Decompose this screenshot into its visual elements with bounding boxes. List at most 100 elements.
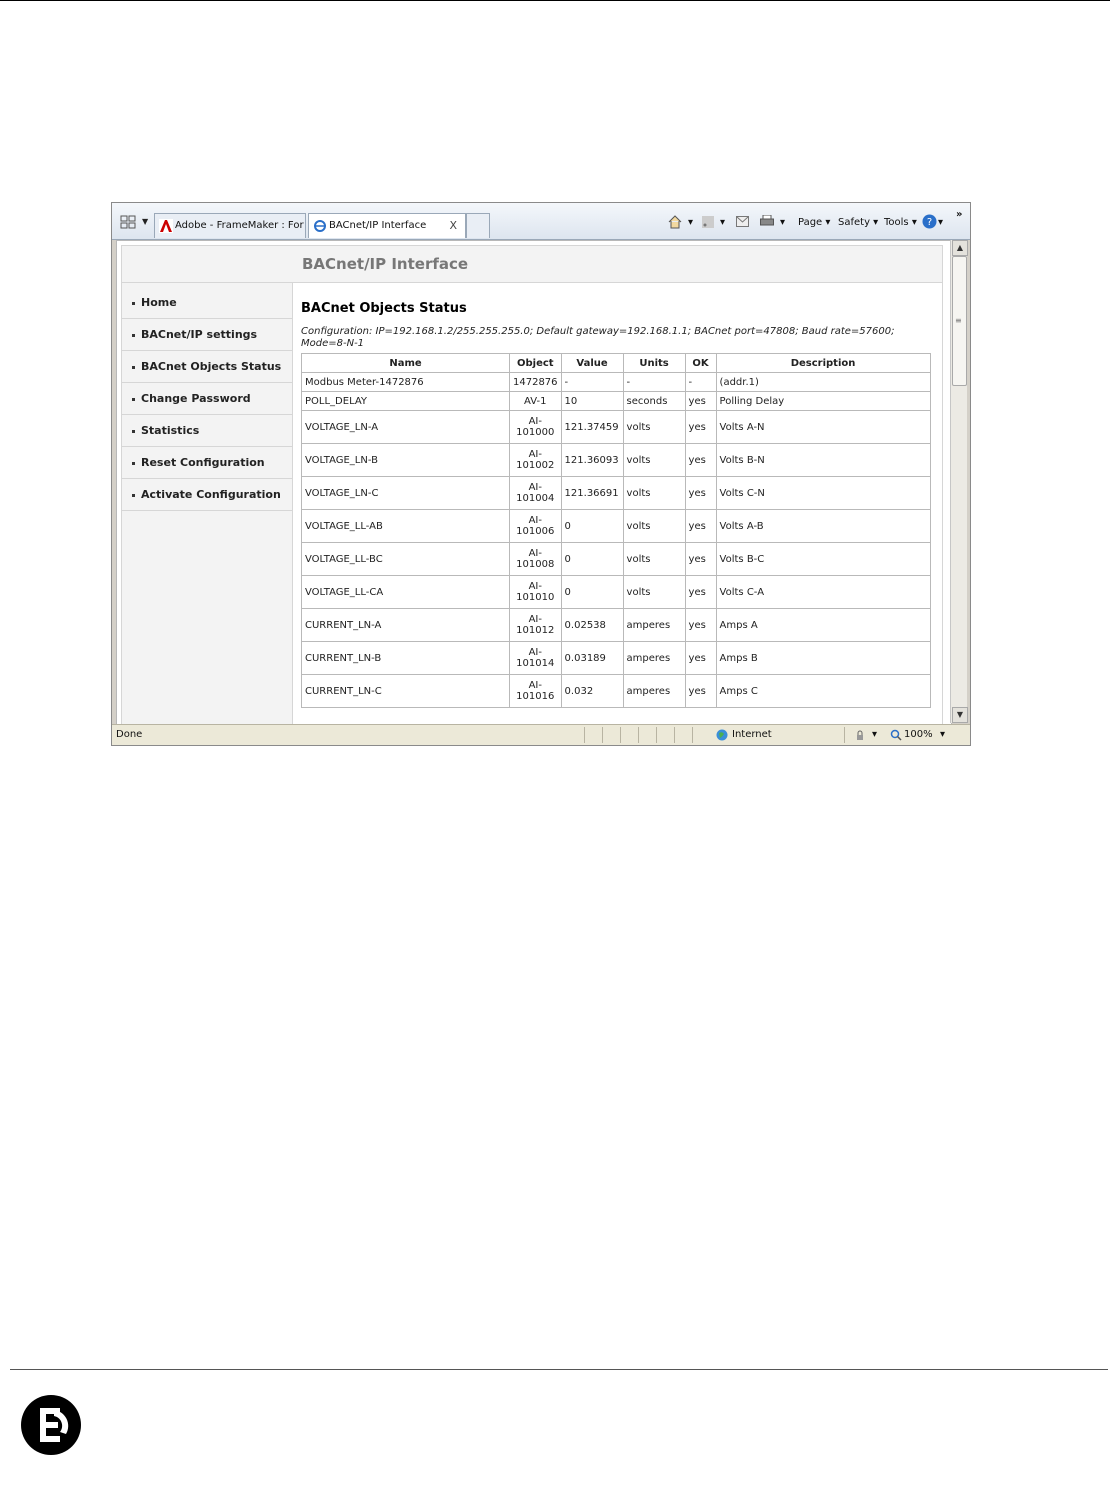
cell-object: AI-101014 — [509, 641, 562, 675]
bullet-icon — [132, 429, 135, 433]
tab-label: Adobe - FrameMaker : For W... — [175, 220, 305, 231]
table-header-row: Name Object Value Units OK Description — [301, 353, 931, 373]
cell-description: Polling Delay — [715, 391, 931, 411]
cell-units: volts — [622, 575, 686, 609]
top-rule — [0, 0, 1110, 1]
cell-value: - — [560, 372, 624, 392]
cell-ok: yes — [684, 509, 717, 543]
zoom-level[interactable]: 100% — [904, 729, 933, 740]
table-row: VOLTAGE_LL-CA AI-101010 0 volts yes Volts C-A — [301, 575, 931, 609]
cell-object: AI-101016 — [509, 674, 562, 708]
print-dropdown-icon[interactable]: ▾ — [780, 217, 785, 228]
main-content: BACnet Objects Status Configuration: IP=… — [293, 283, 942, 724]
cell-ok: yes — [684, 391, 717, 411]
cell-value: 10 — [560, 391, 624, 411]
more-tools-icon[interactable]: » — [956, 209, 962, 220]
sidebar-item-home[interactable]: Home — [122, 287, 292, 319]
help-dropdown-icon[interactable]: ▾ — [938, 217, 943, 228]
cell-object: AI-101008 — [509, 542, 562, 576]
cell-description: Volts A-B — [715, 509, 931, 543]
bottom-rule — [10, 1369, 1108, 1370]
cell-units: volts — [622, 509, 686, 543]
cell-value: 121.36093 — [560, 443, 624, 477]
table-row: CURRENT_LN-A AI-101012 0.02538 amperes yes Am… — [301, 608, 931, 642]
cell-object: AV-1 — [509, 391, 562, 411]
tab-bacnet-interface[interactable]: BACnet/IP Interface X — [308, 213, 466, 238]
status-text: Done — [116, 729, 143, 740]
bullet-icon — [132, 365, 135, 369]
sidebar-item-reset-configuration[interactable]: Reset Configuration — [122, 447, 292, 479]
tab-framemaker[interactable]: Adobe - FrameMaker : For W... — [154, 213, 306, 238]
scroll-up-button[interactable]: ▲ — [952, 240, 968, 256]
cell-units: - — [622, 372, 686, 392]
cell-object: AI-101010 — [509, 575, 562, 609]
status-divider — [656, 727, 657, 743]
browser-viewport: BACnet/IP Interface Home BACnet/IP setti… — [116, 240, 952, 725]
column-header-name: Name — [301, 353, 510, 373]
safety-menu-button[interactable]: Safety ▾ — [838, 217, 878, 228]
quick-tabs-icon[interactable] — [120, 215, 136, 229]
cell-units: seconds — [622, 391, 686, 411]
cell-ok: yes — [684, 608, 717, 642]
protected-mode-icon[interactable] — [854, 729, 866, 741]
cell-units: volts — [622, 476, 686, 510]
bullet-icon — [132, 333, 135, 337]
feeds-icon[interactable] — [702, 216, 714, 228]
cell-description: Volts A-N — [715, 410, 931, 444]
page-menu-button[interactable]: Page ▾ — [798, 217, 830, 228]
mail-icon[interactable] — [736, 216, 749, 227]
vertical-scrollbar[interactable]: ▲ ≡ ▼ — [950, 240, 968, 723]
cell-units: volts — [622, 443, 686, 477]
table-row: VOLTAGE_LL-BC AI-101008 0 volts yes Volts B-C — [301, 542, 931, 576]
home-icon[interactable] — [668, 215, 682, 229]
home-dropdown-icon[interactable]: ▾ — [688, 217, 693, 228]
tab-list-dropdown-icon[interactable]: ▼ — [142, 217, 148, 226]
sidebar-item-activate-configuration[interactable]: Activate Configuration — [122, 479, 292, 511]
table-row: VOLTAGE_LN-B AI-101002 121.36093 volts yes Vo… — [301, 443, 931, 477]
status-divider — [674, 727, 675, 743]
cell-ok: yes — [684, 542, 717, 576]
cell-description: (addr.1) — [715, 372, 931, 392]
sidebar-item-bacnet-objects-status[interactable]: BACnet Objects Status — [122, 351, 292, 383]
cell-description: Amps B — [715, 641, 931, 675]
cell-object: AI-101012 — [509, 608, 562, 642]
tools-menu-button[interactable]: Tools ▾ — [884, 217, 917, 228]
zoom-icon[interactable] — [890, 729, 902, 741]
table-row: VOLTAGE_LN-C AI-101004 121.36691 volts yes Vo… — [301, 476, 931, 510]
sidebar-item-bacnet-ip-settings[interactable]: BACnet/IP settings — [122, 319, 292, 351]
cell-units: amperes — [622, 608, 686, 642]
status-divider — [844, 727, 845, 743]
sidebar-item-statistics[interactable]: Statistics — [122, 415, 292, 447]
svg-text:?: ? — [927, 217, 932, 228]
sidebar-item-label: BACnet/IP settings — [141, 328, 258, 341]
feeds-dropdown-icon[interactable]: ▾ — [720, 217, 725, 228]
eig-logo-icon — [21, 1395, 81, 1455]
zoom-dropdown-icon[interactable]: ▾ — [940, 729, 945, 740]
cell-ok: - — [684, 372, 717, 392]
new-tab-button[interactable] — [466, 213, 490, 238]
table-row: VOLTAGE_LN-A AI-101000 121.37459 volts yes Vo… — [301, 410, 931, 444]
cell-name: Modbus Meter-1472876 — [301, 372, 510, 392]
sidebar-item-label: BACnet Objects Status — [141, 360, 282, 373]
internet-explorer-icon — [314, 220, 326, 232]
print-icon[interactable] — [760, 215, 774, 228]
protected-mode-dropdown-icon[interactable]: ▾ — [872, 729, 877, 740]
status-bar: Done Internet ▾ 100% ▾ — [112, 724, 970, 745]
scroll-down-button[interactable]: ▼ — [952, 707, 968, 723]
bullet-icon — [132, 301, 135, 305]
cell-object: AI-101002 — [509, 443, 562, 477]
cell-ok: yes — [684, 443, 717, 477]
table-row: CURRENT_LN-C AI-101016 0.032 amperes yes Amps… — [301, 674, 931, 708]
tools-menu-label: Tools — [884, 217, 909, 228]
close-tab-icon[interactable]: X — [449, 214, 457, 238]
status-divider — [620, 727, 621, 743]
sidebar-item-label: Home — [141, 296, 177, 309]
sidebar-item-change-password[interactable]: Change Password — [122, 383, 292, 415]
page-title: BACnet/IP Interface — [302, 255, 469, 273]
cell-description: Volts C-A — [715, 575, 931, 609]
cell-name: VOLTAGE_LN-B — [301, 443, 510, 477]
status-divider — [602, 727, 603, 743]
bullet-icon — [132, 493, 135, 497]
bullet-icon — [132, 397, 135, 401]
help-icon[interactable]: ? — [922, 214, 937, 229]
